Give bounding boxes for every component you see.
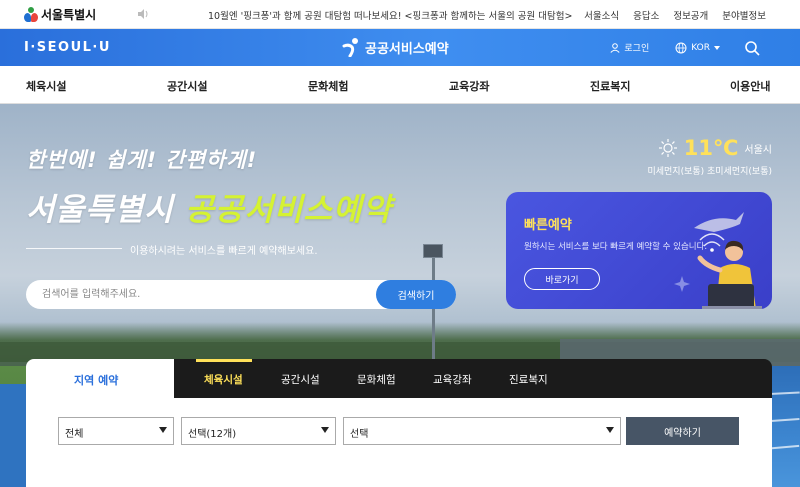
search-input[interactable] xyxy=(42,280,372,309)
active-tab-indicator xyxy=(196,359,252,362)
facility-select-value: 선택 xyxy=(350,429,369,440)
user-icon xyxy=(610,42,620,53)
globe-icon xyxy=(675,42,687,53)
hero-title-prefix: 서울특별시 xyxy=(26,192,186,228)
gov-name: 서울특별시 xyxy=(41,8,97,22)
air-quality: 미세먼지(보통) 초미세먼지(보통) xyxy=(647,167,772,177)
dropdown-arrow-icon xyxy=(321,427,329,433)
facility-type-select-value: 선택(12개) xyxy=(188,429,237,440)
nav-item-guide[interactable]: 이용안내 xyxy=(730,78,770,94)
weather-widget: 11℃ 서울시 미세먼지(보통) 초미세먼지(보통) xyxy=(647,136,772,177)
tab-sports[interactable]: 체육시설 xyxy=(204,372,243,387)
quick-title: 빠른예약 xyxy=(524,218,572,233)
site-header: I·SEOUL·U 공공서비스예약 로그인 KOR xyxy=(0,29,800,66)
nav-item-welfare[interactable]: 진료복지 xyxy=(590,78,630,94)
hero-slogan: 한번에! 쉽게! 간편하게! xyxy=(26,148,258,172)
tab-region-reservation[interactable]: 지역 예약 xyxy=(26,359,174,398)
language-select[interactable]: KOR xyxy=(675,42,720,54)
tab-culture[interactable]: 문화체험 xyxy=(357,372,396,387)
util-link-news[interactable]: 서울소식 xyxy=(584,8,619,22)
stadium-light-pole xyxy=(432,254,435,366)
top-utility-bar: 서울특별시 10월엔 '핑크퐁'과 함께 공원 대탐험 떠나보세요! <핑크퐁과… xyxy=(0,0,800,29)
nav-item-culture[interactable]: 문화체험 xyxy=(308,78,348,94)
login-label: 로그인 xyxy=(624,44,650,54)
person-laptop-illustration xyxy=(674,212,762,309)
temperature: 11℃ xyxy=(683,136,739,160)
util-link-info[interactable]: 정보공개 xyxy=(673,8,708,22)
header-actions: 로그인 KOR xyxy=(610,29,800,66)
brand-title: 공공서비스예약 xyxy=(365,41,449,57)
subtitle-divider xyxy=(26,248,122,249)
tab-region-label: 지역 예약 xyxy=(74,374,119,387)
search-icon[interactable] xyxy=(744,40,760,56)
weather-city: 서울시 xyxy=(744,144,772,156)
main-nav: 체육시설 공간시설 문화체험 교육강좌 진료복지 이용안내 xyxy=(0,66,800,104)
nav-item-sports[interactable]: 체육시설 xyxy=(26,78,66,94)
util-link-response[interactable]: 응답소 xyxy=(633,8,659,22)
region-select-value: 전체 xyxy=(65,429,84,440)
region-select[interactable]: 전체 xyxy=(58,417,174,445)
seoul-gov-logo[interactable]: 서울특별시 xyxy=(24,6,96,23)
facility-select[interactable]: 선택 xyxy=(343,417,621,445)
tab-welfare[interactable]: 진료복지 xyxy=(509,372,548,387)
stadium-light xyxy=(423,244,443,258)
chevron-down-icon xyxy=(714,45,720,50)
utility-links: 서울소식 응답소 정보공개 분야별정보 xyxy=(584,8,766,22)
reservation-panel: 전체 선택(12개) 선택 예약하기 xyxy=(26,398,772,487)
reservation-tabs: 지역 예약 체육시설 공간시설 문화체험 교육강좌 진료복지 xyxy=(26,359,772,398)
sun-icon xyxy=(658,139,677,157)
quick-go-button[interactable]: 바로가기 xyxy=(524,268,600,290)
hero-banner: 한번에! 쉽게! 간편하게! 서울특별시 공공서비스예약 이용하시려는 서비스를… xyxy=(0,104,800,487)
language-label: KOR xyxy=(691,42,710,53)
brand-mark-icon xyxy=(342,38,358,57)
category-tab-bar: 체육시설 공간시설 문화체험 교육강좌 진료복지 xyxy=(174,359,772,398)
facility-type-select[interactable]: 선택(12개) xyxy=(181,417,336,445)
quick-reservation-card: 빠른예약 원하시는 서비스를 보다 빠르게 예약할 수 있습니다. 바로가기 xyxy=(506,192,772,309)
iseoulu-logo[interactable]: I·SEOUL·U xyxy=(24,40,111,55)
util-link-field[interactable]: 분야별정보 xyxy=(722,8,766,22)
notice-ticker[interactable]: 10월엔 '핑크퐁'과 함께 공원 대탐험 떠나보세요! <핑크퐁과 함께하는 … xyxy=(208,8,572,22)
tab-education[interactable]: 교육강좌 xyxy=(433,372,472,387)
brand-logo[interactable]: 공공서비스예약 xyxy=(341,37,449,57)
hero-subtitle: 이용하시려는 서비스를 빠르게 예약해보세요. xyxy=(130,246,318,257)
reserve-button[interactable]: 예약하기 xyxy=(626,417,739,445)
login-button[interactable]: 로그인 xyxy=(610,41,649,54)
seoul-emblem-icon xyxy=(24,7,38,22)
tab-space[interactable]: 공간시설 xyxy=(281,372,320,387)
dropdown-arrow-icon xyxy=(159,427,167,433)
search-button[interactable]: 검색하기 xyxy=(376,280,456,309)
hero-title-highlight: 공공서비스예약 xyxy=(185,192,393,228)
nav-item-education[interactable]: 교육강좌 xyxy=(449,78,489,94)
dropdown-arrow-icon xyxy=(606,427,614,433)
hero-title: 서울특별시 공공서비스예약 xyxy=(26,184,392,229)
nav-item-space[interactable]: 공간시설 xyxy=(167,78,207,94)
speaker-icon xyxy=(138,9,148,19)
hero-search: 검색하기 xyxy=(26,280,456,309)
